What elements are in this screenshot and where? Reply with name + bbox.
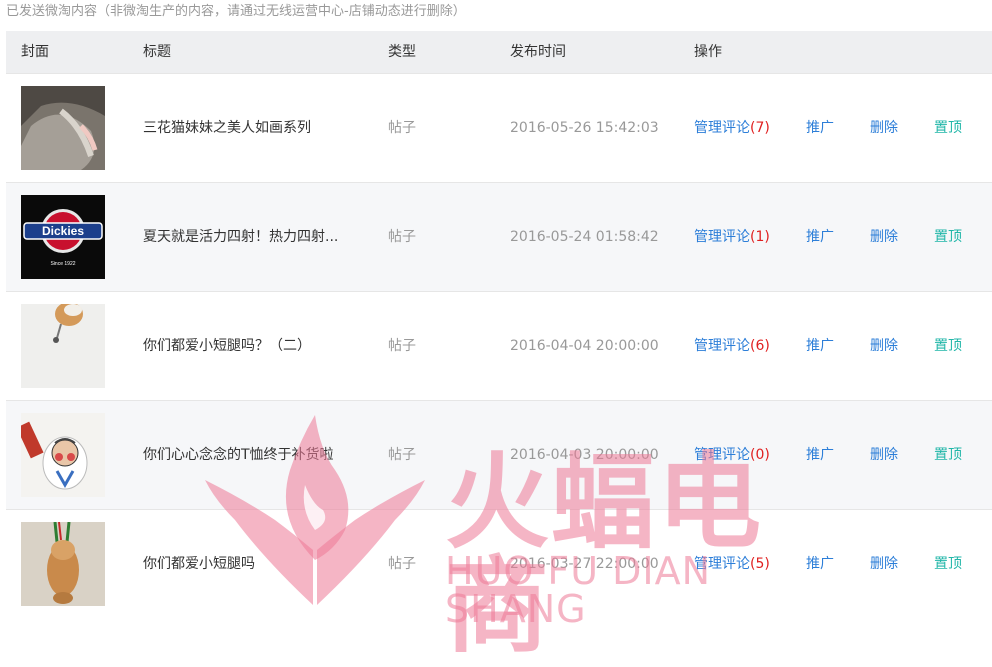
dickies-logo-text: Dickies — [42, 224, 84, 238]
row-title[interactable]: 你们都爱小短腿吗？（二） — [143, 292, 311, 400]
manage-comments-label[interactable]: 管理评论 — [694, 120, 750, 136]
manage-comments-link[interactable]: 管理评论(7) — [694, 74, 770, 182]
manage-comments-label[interactable]: 管理评论 — [694, 447, 750, 463]
delete-link[interactable]: 删除 — [870, 401, 898, 509]
pin-top-link[interactable]: 置顶 — [934, 401, 962, 509]
cover-thumbnail[interactable] — [21, 86, 105, 170]
cover-thumbnail[interactable]: Dickies Since 1922 — [21, 195, 105, 279]
col-title: 标题 — [143, 44, 171, 60]
cover-thumbnail[interactable] — [21, 413, 105, 497]
notice-text: 已发送微淘内容（非微淘生产的内容，请通过无线运营中心-店铺动态进行删除） — [6, 4, 466, 19]
row-title[interactable]: 夏天就是活力四射！热力四射... — [143, 183, 338, 291]
manage-comments-link[interactable]: 管理评论(0) — [694, 401, 770, 509]
promote-link[interactable]: 推广 — [806, 292, 834, 400]
row-time: 2016-05-24 01:58:42 — [510, 229, 659, 245]
manage-comments-link[interactable]: 管理评论(6) — [694, 292, 770, 400]
row-title[interactable]: 三花猫妹妹之美人如画系列 — [143, 74, 311, 182]
comment-count: (0) — [750, 447, 770, 463]
col-type: 类型 — [388, 44, 416, 60]
delete-link[interactable]: 删除 — [870, 292, 898, 400]
row-time: 2016-04-03 20:00:00 — [510, 447, 659, 463]
col-time: 发布时间 — [510, 44, 566, 60]
table-row: 三花猫妹妹之美人如画系列 帖子 2016-05-26 15:42:03 管理评论… — [6, 73, 992, 182]
row-time: 2016-05-26 15:42:03 — [510, 120, 659, 136]
pin-top-link[interactable]: 置顶 — [934, 292, 962, 400]
comment-count: (6) — [750, 338, 770, 354]
col-actions: 操作 — [694, 44, 722, 60]
manage-comments-link[interactable]: 管理评论(5) — [694, 510, 770, 618]
cover-thumbnail[interactable] — [21, 522, 105, 606]
row-type: 帖子 — [388, 338, 416, 354]
promote-link[interactable]: 推广 — [806, 401, 834, 509]
comment-count: (5) — [750, 556, 770, 572]
row-title[interactable]: 你们都爱小短腿吗 — [143, 510, 255, 618]
promote-link[interactable]: 推广 — [806, 183, 834, 291]
comment-count: (1) — [750, 229, 770, 245]
manage-comments-label[interactable]: 管理评论 — [694, 556, 750, 572]
row-title[interactable]: 你们心心念念的T恤终于补货啦 — [143, 401, 334, 509]
pin-top-link[interactable]: 置顶 — [934, 74, 962, 182]
row-time: 2016-03-27 22:00:00 — [510, 556, 659, 572]
delete-link[interactable]: 删除 — [870, 183, 898, 291]
table-row: 你们都爱小短腿吗？（二） 帖子 2016-04-04 20:00:00 管理评论… — [6, 291, 992, 400]
comment-count: (7) — [750, 120, 770, 136]
row-type: 帖子 — [388, 447, 416, 463]
pin-top-link[interactable]: 置顶 — [934, 183, 962, 291]
delete-link[interactable]: 删除 — [870, 74, 898, 182]
manage-comments-label[interactable]: 管理评论 — [694, 338, 750, 354]
dickies-since-text: Since 1922 — [50, 261, 75, 267]
table-row: Dickies Since 1922 夏天就是活力四射！热力四射... 帖子 2… — [6, 182, 992, 291]
promote-link[interactable]: 推广 — [806, 74, 834, 182]
row-type: 帖子 — [388, 120, 416, 136]
cover-thumbnail[interactable] — [21, 304, 105, 388]
promote-link[interactable]: 推广 — [806, 510, 834, 618]
table-row: 你们都爱小短腿吗 帖子 2016-03-27 22:00:00 管理评论(5) … — [6, 509, 992, 618]
content-table: 封面 标题 类型 发布时间 操作 三花猫妹妹之美人如画系列 帖子 2016-05… — [6, 31, 992, 621]
row-type: 帖子 — [388, 556, 416, 572]
table-header: 封面 标题 类型 发布时间 操作 — [6, 31, 992, 73]
row-time: 2016-04-04 20:00:00 — [510, 338, 659, 354]
col-cover: 封面 — [21, 44, 49, 60]
manage-comments-link[interactable]: 管理评论(1) — [694, 183, 770, 291]
pin-top-link[interactable]: 置顶 — [934, 510, 962, 618]
delete-link[interactable]: 删除 — [870, 510, 898, 618]
row-type: 帖子 — [388, 229, 416, 245]
manage-comments-label[interactable]: 管理评论 — [694, 229, 750, 245]
table-row: 你们心心念念的T恤终于补货啦 帖子 2016-04-03 20:00:00 管理… — [6, 400, 992, 509]
